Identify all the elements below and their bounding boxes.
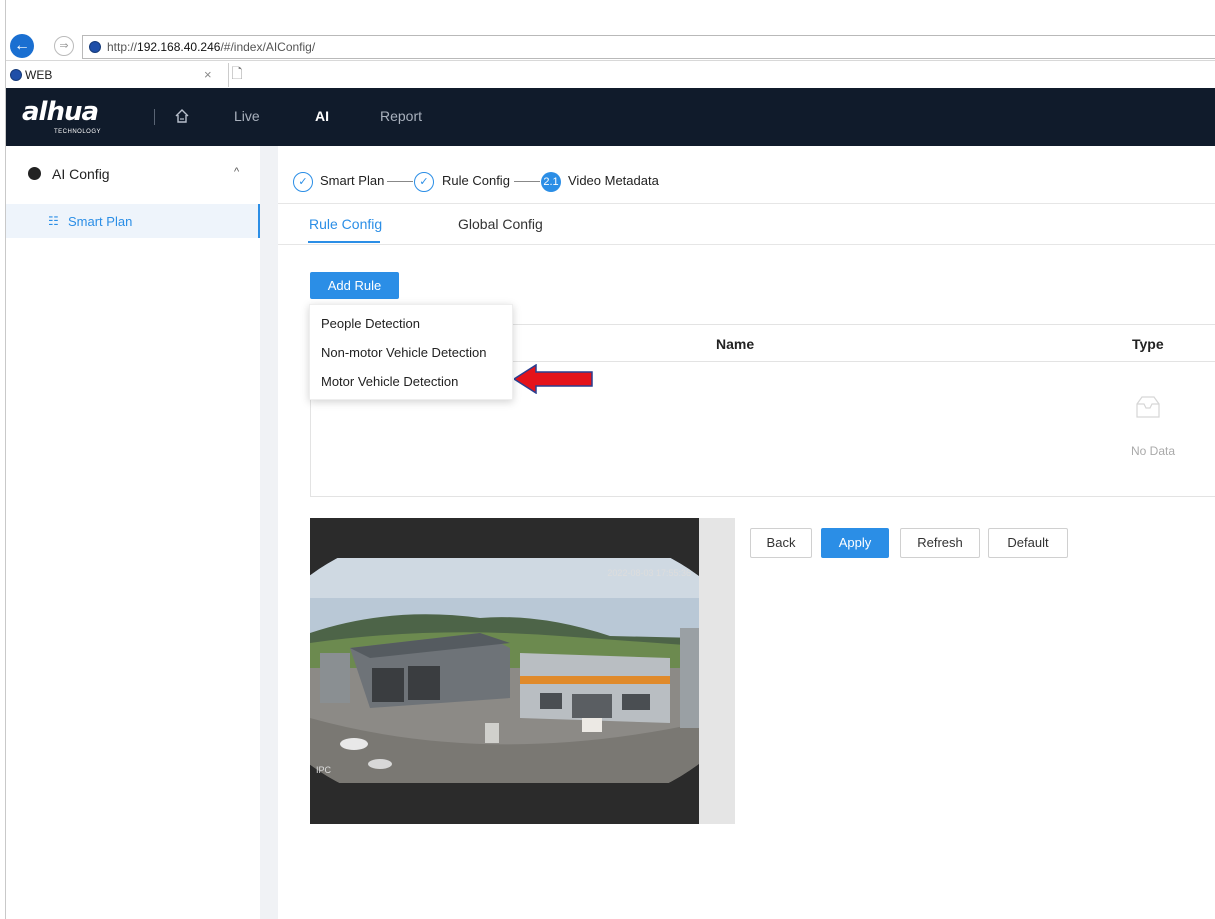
dahua-logo: alhua	[22, 97, 99, 127]
sidebar-group-label: AI Config	[52, 166, 110, 182]
empty-inbox-icon	[1136, 396, 1160, 418]
home-icon[interactable]	[174, 108, 190, 124]
url-path: /#/index/AIConfig/	[220, 40, 316, 54]
new-tab-icon[interactable]: 🗋	[228, 63, 246, 83]
browser-window: ← ⇒ http://192.168.40.246/#/index/AIConf…	[5, 0, 1215, 919]
column-type[interactable]: Type	[1132, 336, 1164, 352]
chevron-up-icon[interactable]: ^	[234, 166, 239, 178]
back-button[interactable]: Back	[750, 528, 812, 558]
main-content: ✓ Smart Plan ✓ Rule Config 2.1 Video Met…	[278, 146, 1215, 919]
step-connector	[387, 181, 413, 182]
ai-config-icon	[28, 167, 41, 180]
menu-item-non-motor-vehicle-detection[interactable]: Non-motor Vehicle Detection	[321, 345, 486, 360]
video-channel-label: IPC	[316, 765, 332, 775]
red-arrow-annotation-icon	[514, 364, 593, 394]
browser-tab[interactable]: WEB ×	[6, 63, 229, 87]
sidebar-item-smart-plan[interactable]: ☷ Smart Plan	[6, 204, 261, 238]
tab-bar: WEB × 🗋	[6, 60, 1215, 89]
tab-global-config[interactable]: Global Config	[458, 216, 543, 232]
tab-rule-config[interactable]: Rule Config	[309, 216, 382, 232]
nav-live[interactable]: Live	[234, 108, 260, 124]
forward-arrow-icon[interactable]: ⇒	[54, 36, 74, 56]
app-header: alhua TECHNOLOGY Live AI Report	[6, 88, 1215, 146]
video-timestamp: 2022-08-03 17:55:36	[607, 568, 691, 578]
step-indicator: ✓ Smart Plan ✓ Rule Config 2.1 Video Met…	[278, 146, 1215, 204]
url-field[interactable]: http://192.168.40.246/#/index/AIConfig/	[82, 35, 1215, 59]
step-done-check-icon: ✓	[414, 172, 434, 192]
sidebar-item-label: Smart Plan	[68, 214, 133, 229]
video-side-panel	[699, 518, 735, 824]
address-bar: ← ⇒ http://192.168.40.246/#/index/AIConf…	[6, 30, 1215, 60]
step-done-check-icon: ✓	[293, 172, 313, 192]
video-preview[interactable]: 2022-08-03 17:55:36 IPC	[310, 518, 699, 824]
add-rule-dropdown: People Detection Non-motor Vehicle Detec…	[309, 304, 513, 400]
logo-subtitle: TECHNOLOGY	[54, 129, 102, 135]
menu-item-motor-vehicle-detection[interactable]: Motor Vehicle Detection	[321, 374, 458, 389]
apply-button[interactable]: Apply	[821, 528, 889, 558]
column-name[interactable]: Name	[716, 336, 754, 352]
step-rule-config[interactable]: Rule Config	[442, 173, 510, 188]
sub-tabs: Rule Config Global Config	[278, 204, 1215, 245]
tab-title: WEB	[25, 68, 53, 82]
refresh-button[interactable]: Refresh	[900, 528, 980, 558]
sidebar: AI Config ^ ☷ Smart Plan	[6, 146, 261, 919]
org-chart-icon: ☷	[48, 214, 59, 228]
header-divider	[154, 109, 155, 125]
add-rule-button[interactable]: Add Rule	[310, 272, 399, 299]
browser-logo-icon	[89, 41, 101, 53]
tab-favicon-icon	[10, 69, 22, 81]
default-button[interactable]: Default	[988, 528, 1068, 558]
content-gutter	[260, 146, 278, 919]
step-video-metadata[interactable]: Video Metadata	[568, 173, 659, 188]
url-host: 192.168.40.246	[137, 40, 221, 54]
url-prefix: http://	[107, 40, 138, 54]
active-tab-underline	[308, 241, 380, 243]
sidebar-group-ai-config[interactable]: AI Config ^	[6, 164, 260, 188]
url-text: http://192.168.40.246/#/index/AIConfig/	[107, 40, 315, 54]
back-arrow-icon[interactable]: ←	[10, 34, 34, 58]
step-smart-plan[interactable]: Smart Plan	[320, 173, 384, 188]
menu-item-people-detection[interactable]: People Detection	[321, 316, 420, 331]
tab-close-icon[interactable]: ×	[204, 67, 212, 82]
nav-ai[interactable]: AI	[315, 108, 329, 124]
nav-report[interactable]: Report	[380, 108, 422, 124]
no-data-text: No Data	[1131, 444, 1176, 458]
step-current-number: 2.1	[541, 172, 561, 192]
step-connector	[514, 181, 540, 182]
camera-scene	[310, 518, 699, 824]
